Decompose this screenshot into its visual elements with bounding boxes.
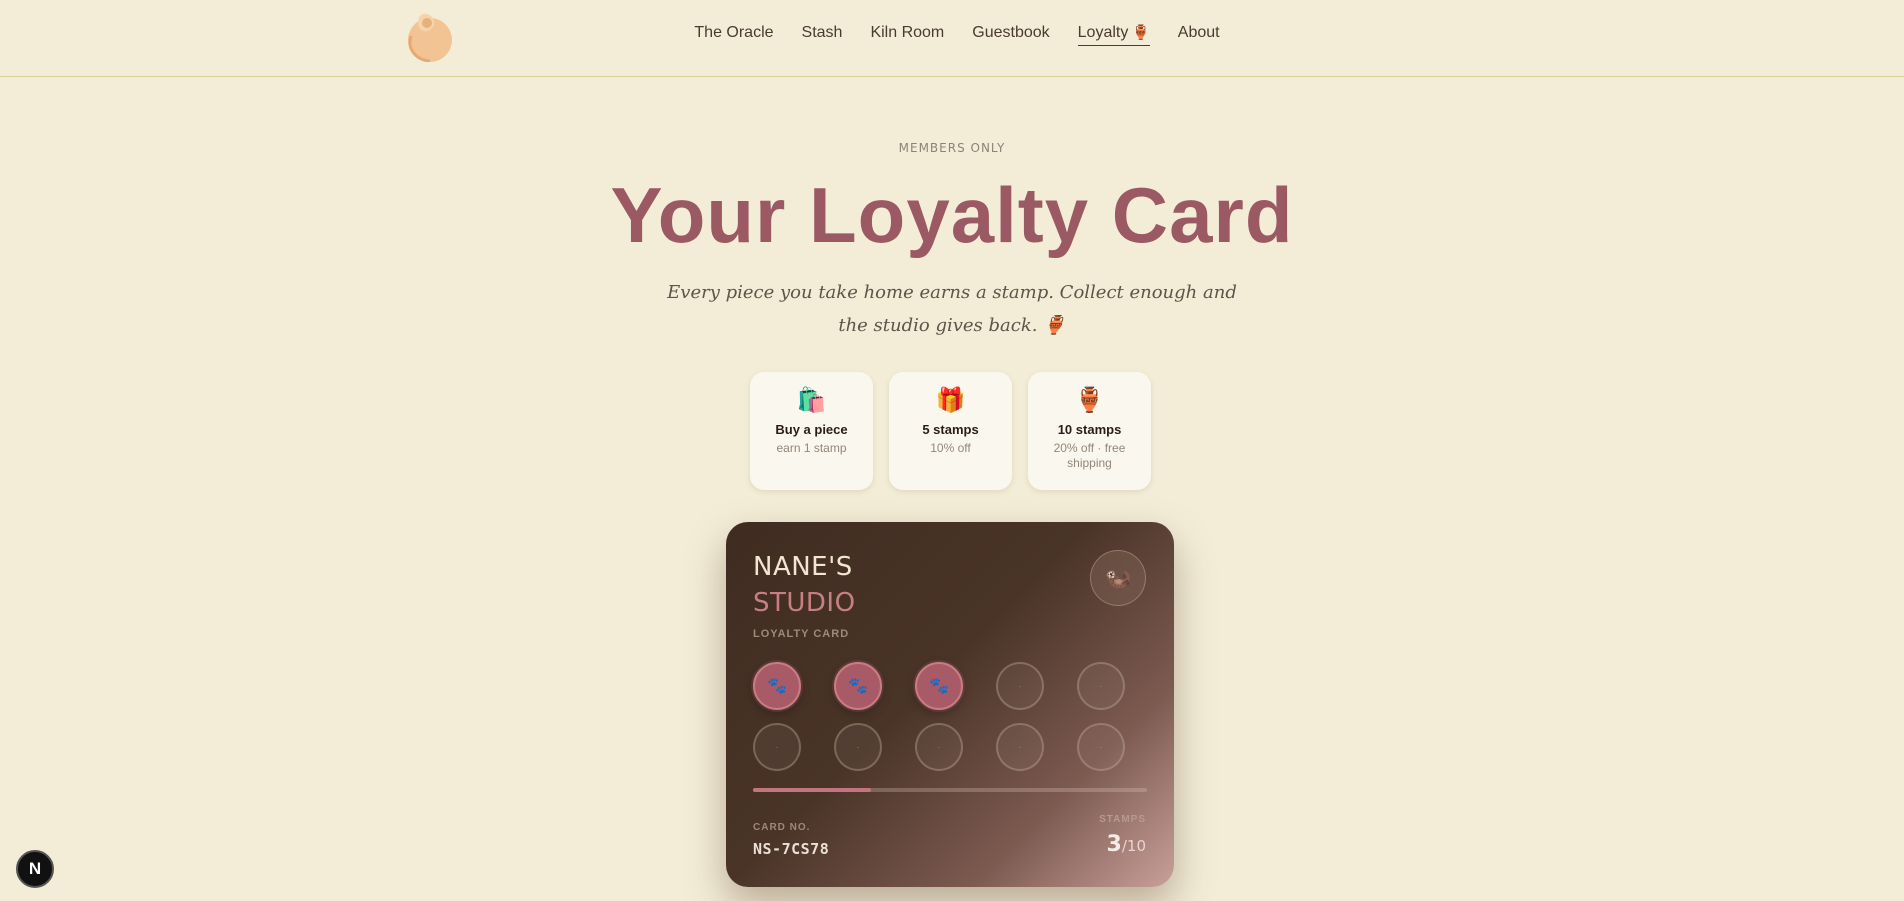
- reward-tiles: 🛍️ Buy a piece earn 1 stamp 🎁 5 stamps 1…: [750, 372, 1151, 490]
- card-type-label: LOYALTY CARD: [753, 628, 850, 640]
- stamp-empty: ·: [1077, 662, 1125, 710]
- reward-tile-title: 10 stamps: [1057, 422, 1122, 437]
- reward-tile-subtitle: 20% off · free shipping: [1053, 441, 1126, 470]
- reward-tile-5-stamps: 🎁 5 stamps 10% off: [889, 372, 1012, 490]
- main-nav: The Oracle Stash Kiln Room Guestbook Loy…: [0, 24, 1904, 46]
- nav-about[interactable]: About: [1178, 24, 1220, 46]
- page-title: Your Loyalty Card: [610, 171, 1294, 259]
- stamp-empty: ·: [1077, 723, 1125, 771]
- reward-tile-subtitle: earn 1 stamp: [776, 441, 847, 455]
- site-header: The Oracle Stash Kiln Room Guestbook Loy…: [0, 0, 1904, 77]
- stamp-progress-bar: [753, 788, 1147, 792]
- loyalty-card: NANE'S STUDIO LOYALTY CARD 🦦 🐾 🐾 🐾 · · · · · · · …: [726, 522, 1174, 887]
- stamps-total: /10: [1121, 837, 1146, 855]
- nav-stash[interactable]: Stash: [802, 24, 843, 46]
- stamp-empty: ·: [996, 723, 1044, 771]
- stamp-empty: ·: [753, 723, 801, 771]
- card-brand-line-2: STUDIO: [753, 588, 856, 618]
- otter-avatar-icon: 🦦: [1090, 550, 1146, 606]
- reward-tile-title: 5 stamps: [922, 422, 979, 437]
- nav-loyalty-label: Loyalty: [1077, 24, 1129, 41]
- nav-oracle-label: The Oracle: [694, 24, 774, 41]
- stamps-count: 3/10: [1107, 832, 1146, 857]
- reward-tile-subtitle: 10% off: [930, 441, 971, 455]
- stamp-empty: ·: [834, 723, 882, 771]
- reward-tile-title: Buy a piece: [775, 422, 848, 437]
- gift-icon: 🎁: [935, 387, 966, 414]
- next-dev-badge[interactable]: N: [16, 850, 54, 888]
- reward-tile-10-stamps: 🏺 10 stamps 20% off · free shipping: [1028, 372, 1151, 490]
- amphora-icon: 🏺: [1132, 24, 1150, 40]
- stamp-progress-fill: [753, 788, 872, 792]
- stamp-empty: ·: [996, 662, 1044, 710]
- card-brand-line-1: NANE'S: [753, 552, 853, 582]
- stamp-filled: 🐾: [753, 662, 801, 710]
- stamp-empty: ·: [915, 723, 963, 771]
- nav-oracle[interactable]: The Oracle: [694, 24, 773, 46]
- shopping-bags-icon: 🛍️: [796, 387, 827, 414]
- stamp-filled: 🐾: [834, 662, 882, 710]
- amphora-icon: 🏺: [1074, 387, 1105, 414]
- stamp-filled: 🐾: [915, 662, 963, 710]
- subtitle-line-2: the studio gives back. 🏺: [838, 315, 1066, 336]
- stamps-label: STAMPS: [1099, 814, 1146, 825]
- nav-guestbook[interactable]: Guestbook: [972, 24, 1049, 46]
- nav-kiln-room-label: Kiln Room: [870, 24, 945, 41]
- card-number: NS-7CS78: [753, 840, 830, 858]
- members-only-eyebrow: MEMBERS ONLY: [898, 141, 1006, 155]
- nav-guestbook-label: Guestbook: [972, 24, 1050, 41]
- subtitle-line-1: Every piece you take home earns a stamp.…: [667, 282, 1237, 303]
- nav-stash-label: Stash: [801, 24, 843, 41]
- nav-about-label: About: [1177, 24, 1220, 41]
- nav-kiln-room[interactable]: Kiln Room: [870, 24, 944, 46]
- page-subtitle: Every piece you take home earns a stamp.…: [0, 276, 1904, 342]
- card-number-label: CARD NO.: [753, 822, 811, 833]
- nav-loyalty[interactable]: Loyalty 🏺: [1077, 24, 1150, 46]
- reward-tile-buy: 🛍️ Buy a piece earn 1 stamp: [750, 372, 873, 490]
- stamps-collected: 3: [1106, 832, 1122, 857]
